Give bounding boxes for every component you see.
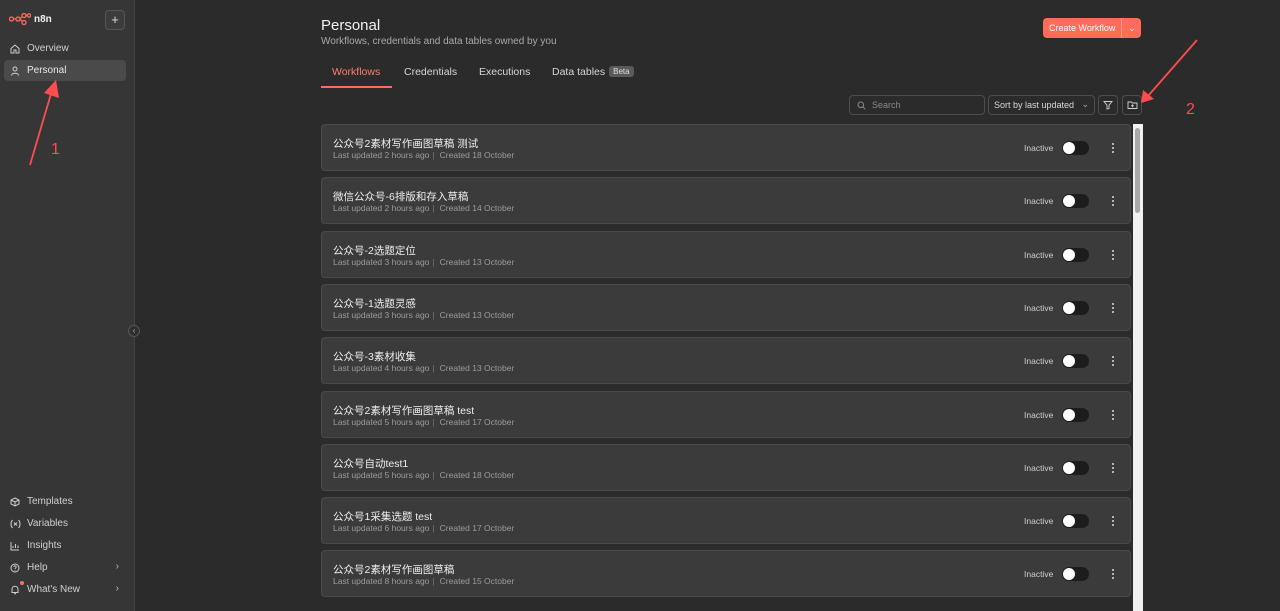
annotation-overlay xyxy=(29,39,1198,166)
annotation-arrow-2 xyxy=(1141,39,1198,103)
annotation-label-1: 1 xyxy=(51,141,60,158)
annotation-label-2: 2 xyxy=(1186,101,1195,118)
